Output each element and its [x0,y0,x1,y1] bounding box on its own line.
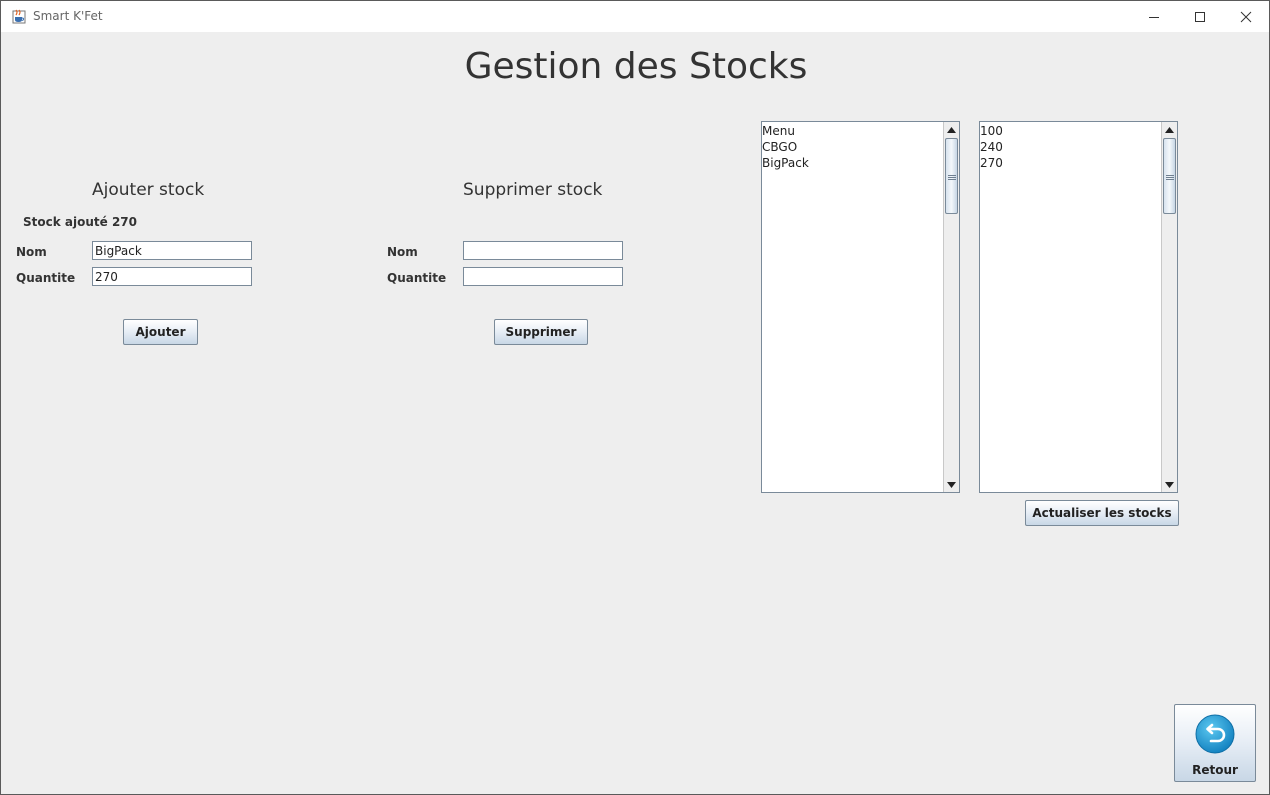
minimize-icon [1149,16,1159,18]
page-title: Gestion des Stocks [464,46,808,87]
grip-line [1166,177,1174,178]
add-name-label: Nom [16,245,47,259]
back-button[interactable]: Retour [1174,704,1256,782]
names-scrollbar[interactable] [943,122,959,492]
stock-quantities-list[interactable]: 100 240 270 [979,121,1178,493]
scroll-up-button[interactable] [1162,122,1177,137]
grip-line [948,175,956,176]
remove-button[interactable]: Supprimer [494,319,588,345]
stock-names-items: Menu CBGO BigPack [762,123,943,171]
refresh-stocks-button[interactable]: Actualiser les stocks [1025,500,1179,526]
scroll-down-button[interactable] [1162,477,1177,492]
arrow-down-icon [947,481,956,488]
grip-line [948,177,956,178]
add-quantity-label: Quantite [16,271,76,285]
list-item[interactable]: 100 [980,123,1161,139]
scroll-down-button[interactable] [944,477,959,492]
content-panel: Gestion des Stocks Ajouter stock Stock a… [4,32,1268,793]
back-button-label: Retour [1192,763,1238,777]
remove-quantity-input[interactable] [463,267,623,286]
arrow-down-icon [1165,481,1174,488]
arrow-up-icon [1165,126,1174,133]
grip-line [948,179,956,180]
close-icon [1240,11,1252,22]
grip-line [1166,179,1174,180]
add-name-input[interactable] [92,241,252,260]
list-item[interactable]: Menu [762,123,943,139]
undo-arrow-icon [1195,714,1235,754]
java-cup-icon [11,9,27,25]
add-status-label: Stock ajouté 270 [23,215,137,229]
remove-name-input[interactable] [463,241,623,260]
maximize-icon [1195,11,1205,22]
minimize-button[interactable] [1131,1,1177,32]
scroll-thumb[interactable] [1163,138,1176,214]
scroll-up-button[interactable] [944,122,959,137]
stock-names-list[interactable]: Menu CBGO BigPack [761,121,960,493]
stock-quantities-items: 100 240 270 [980,123,1161,171]
window-title: Smart K'Fet [33,9,103,23]
scroll-thumb[interactable] [945,138,958,214]
quantities-scrollbar[interactable] [1161,122,1177,492]
add-quantity-input[interactable] [92,267,252,286]
list-item[interactable]: CBGO [762,139,943,155]
close-button[interactable] [1223,1,1269,32]
application-window: Smart K'Fet Gestion des Stocks Ajouter s… [0,0,1270,795]
arrow-up-icon [947,126,956,133]
add-stock-heading: Ajouter stock [92,180,205,200]
maximize-button[interactable] [1177,1,1223,32]
grip-line [1166,175,1174,176]
list-item[interactable]: BigPack [762,155,943,171]
list-item[interactable]: 240 [980,139,1161,155]
title-bar[interactable]: Smart K'Fet [1,1,1269,32]
remove-stock-heading: Supprimer stock [463,180,603,200]
remove-quantity-label: Quantite [387,271,447,285]
list-item[interactable]: 270 [980,155,1161,171]
add-button[interactable]: Ajouter [123,319,198,345]
remove-name-label: Nom [387,245,418,259]
